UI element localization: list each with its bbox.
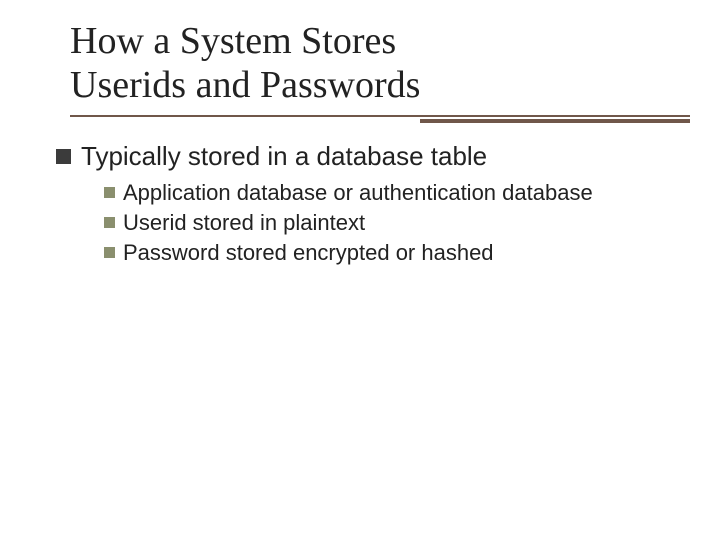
slide-body: Typically stored in a database table App… — [0, 123, 720, 267]
bullet-lvl2-text: Application database or authentication d… — [123, 178, 593, 208]
bullet-lvl2: Password stored encrypted or hashed — [104, 238, 720, 268]
bullet-lvl1-text: Typically stored in a database table — [81, 141, 487, 172]
title-underline — [70, 115, 690, 123]
square-bullet-icon — [104, 187, 115, 198]
bullet-lvl2-text: Userid stored in plaintext — [123, 208, 365, 238]
divider-line — [70, 115, 690, 117]
bullet-lvl1: Typically stored in a database table — [56, 141, 720, 172]
sub-bullets: Application database or authentication d… — [56, 178, 720, 267]
slide-title-line2: Userids and Passwords — [70, 64, 720, 108]
divider-accent — [420, 119, 690, 123]
slide-title-line1: How a System Stores — [70, 20, 720, 64]
bullet-lvl2-text: Password stored encrypted or hashed — [123, 238, 494, 268]
square-bullet-icon — [56, 149, 71, 164]
square-bullet-icon — [104, 247, 115, 258]
square-bullet-icon — [104, 217, 115, 228]
bullet-lvl2: Application database or authentication d… — [104, 178, 720, 208]
bullet-lvl2: Userid stored in plaintext — [104, 208, 720, 238]
slide-title-block: How a System Stores Userids and Password… — [0, 0, 720, 107]
